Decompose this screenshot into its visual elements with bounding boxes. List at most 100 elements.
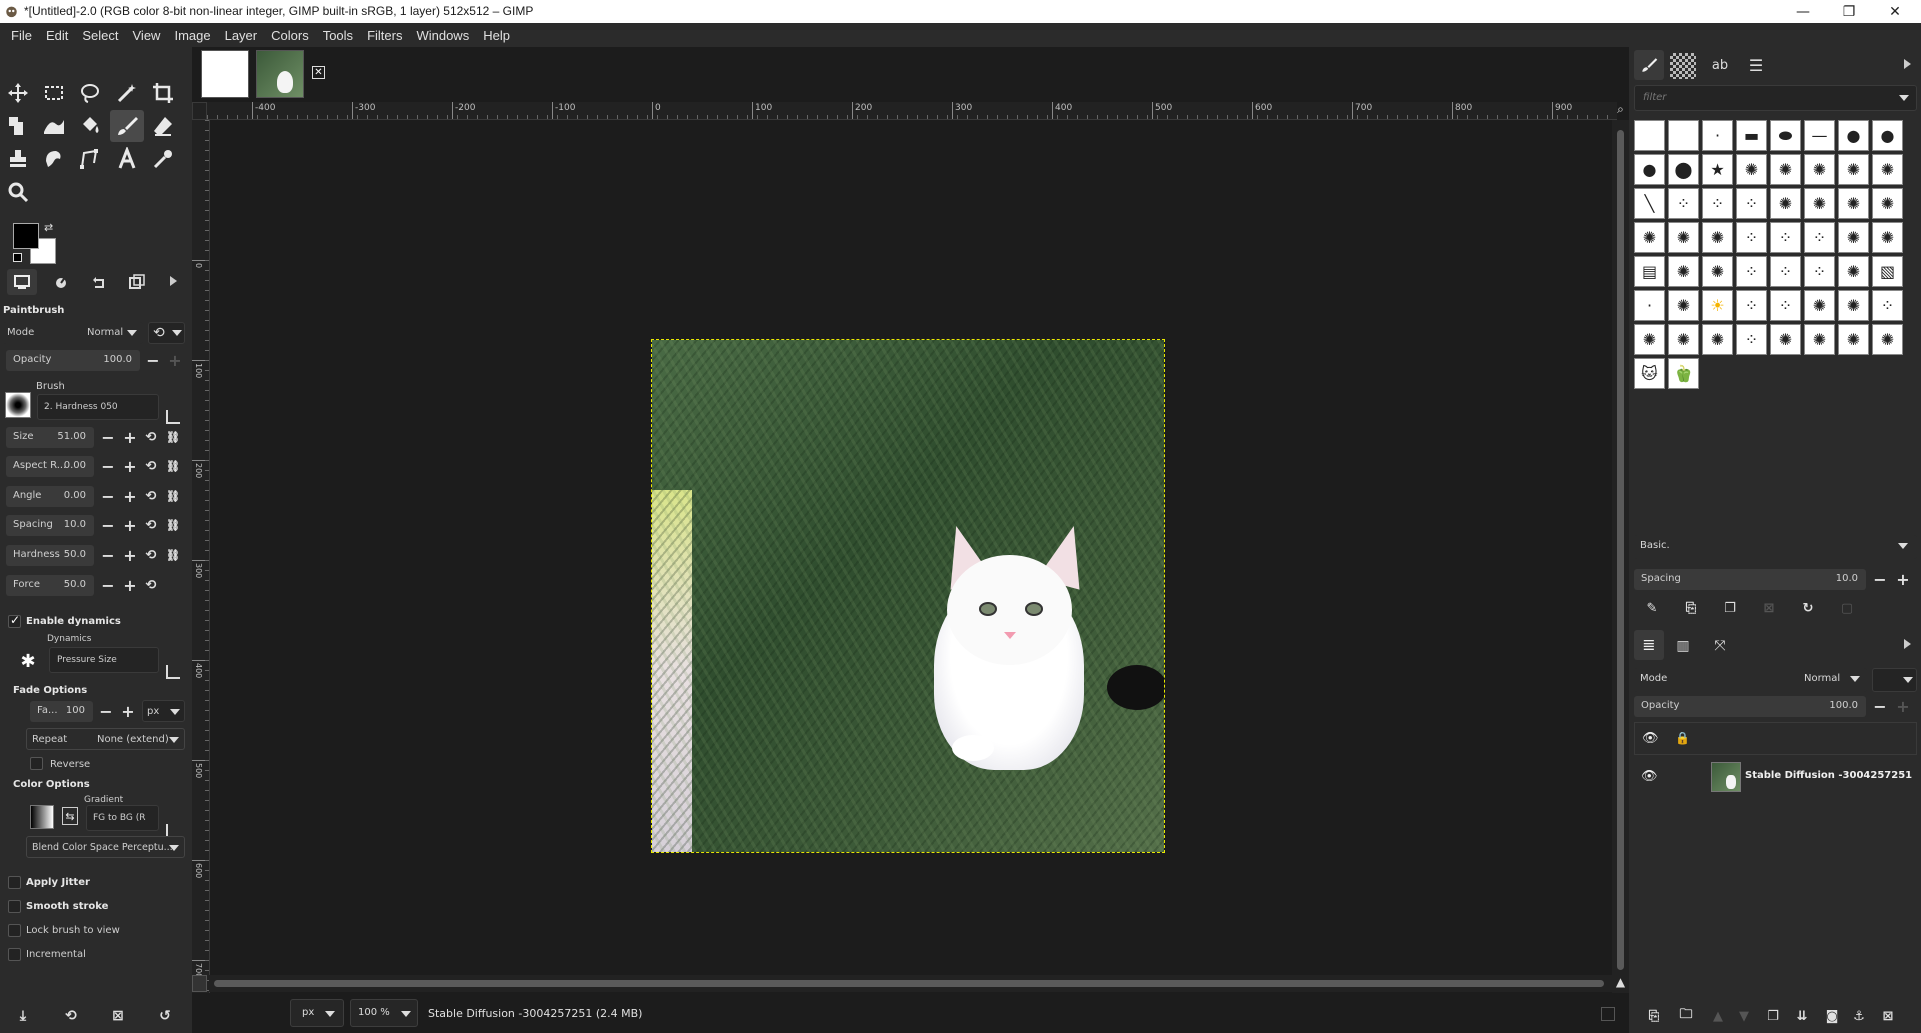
smooth-stroke-checkbox[interactable] xyxy=(8,900,21,913)
angle-decrease-button[interactable]: − xyxy=(99,487,117,506)
layer-visibility-icon[interactable]: 👁 xyxy=(1641,769,1658,784)
force-increase-button[interactable]: + xyxy=(121,576,139,595)
dock-menu-icon[interactable] xyxy=(170,276,177,286)
mode-reset-button[interactable]: ⟲ xyxy=(148,322,185,344)
brush-cell[interactable]: ╲ xyxy=(1634,188,1665,219)
brush-cell[interactable]: ✺ xyxy=(1804,188,1835,219)
paths-tab[interactable]: ⤧ xyxy=(1707,633,1733,659)
navigate-icon[interactable]: ▲ xyxy=(1612,975,1629,993)
unified-transform-tool[interactable] xyxy=(1,110,35,142)
open-brush-as-image-button[interactable]: ▢ xyxy=(1838,599,1856,617)
fade-increase-button[interactable]: + xyxy=(119,702,137,721)
eraser-tool[interactable] xyxy=(146,110,180,142)
force-slider[interactable]: Force 50.0 xyxy=(6,575,94,596)
brush-preview[interactable] xyxy=(5,392,31,418)
layer-mask-button[interactable]: ◙ xyxy=(1823,1007,1841,1025)
crop-tool[interactable] xyxy=(146,77,180,109)
images-tab[interactable] xyxy=(124,269,150,295)
brush-cell[interactable]: ⁘ xyxy=(1668,188,1699,219)
angle-reset-icon[interactable]: ⟲ xyxy=(142,487,160,505)
fade-length-slider[interactable]: Fa... 100 xyxy=(30,701,93,722)
brush-cell[interactable]: ⁘ xyxy=(1736,222,1767,253)
default-colors-icon[interactable] xyxy=(13,253,22,262)
menu-windows[interactable]: Windows xyxy=(409,28,476,43)
brush-cell[interactable]: ✺ xyxy=(1838,290,1869,321)
aspect-increase-button[interactable]: + xyxy=(121,457,139,476)
reverse-checkbox[interactable] xyxy=(30,757,43,770)
brush-filter-input[interactable]: filter xyxy=(1634,85,1917,111)
brush-cell[interactable]: ▧ xyxy=(1872,256,1903,287)
raise-layer-button[interactable]: ▲ xyxy=(1709,1007,1727,1025)
unit-select[interactable]: px xyxy=(290,999,344,1027)
angle-increase-button[interactable]: + xyxy=(121,487,139,506)
lock-brush-checkbox[interactable] xyxy=(8,924,21,937)
brush-cell[interactable]: ✺ xyxy=(1668,222,1699,253)
layer-mode-select[interactable]: Mode Normal xyxy=(1634,668,1867,692)
brush-cell[interactable]: 🫑 xyxy=(1668,358,1699,389)
brush-cell[interactable]: ⁘ xyxy=(1804,222,1835,253)
canvas-image[interactable] xyxy=(651,339,1165,853)
brush-cell[interactable]: ✺ xyxy=(1702,256,1733,287)
force-reset-icon[interactable]: ⟲ xyxy=(142,576,160,594)
brush-cell[interactable]: — xyxy=(1804,120,1835,151)
swap-colors-icon[interactable]: ⇄ xyxy=(44,221,53,234)
brush-cell[interactable]: ▬ xyxy=(1736,120,1767,151)
force-decrease-button[interactable]: − xyxy=(99,576,117,595)
opacity-decrease-button[interactable]: − xyxy=(144,351,162,370)
brush-cell[interactable]: ☀ xyxy=(1702,290,1733,321)
edit-brush-button[interactable]: ✎ xyxy=(1643,599,1661,617)
merge-layer-button[interactable]: ⇊ xyxy=(1793,1007,1811,1025)
spacing-reset-icon[interactable]: ⟲ xyxy=(142,516,160,534)
brush-cell[interactable]: ● xyxy=(1838,120,1869,151)
dynamics-select[interactable]: Pressure Size xyxy=(49,647,159,673)
layer-opacity-decrease[interactable]: − xyxy=(1871,697,1889,716)
color-picker-tool[interactable] xyxy=(146,143,180,175)
spacing-link-icon[interactable]: ⛓ xyxy=(164,516,182,534)
size-increase-button[interactable]: + xyxy=(121,428,139,447)
fade-decrease-button[interactable]: − xyxy=(97,702,115,721)
brush-cell[interactable]: ⁘ xyxy=(1736,188,1767,219)
hardness-increase-button[interactable]: + xyxy=(121,546,139,565)
brush-cell[interactable] xyxy=(1634,120,1665,151)
hardness-link-icon[interactable]: ⛓ xyxy=(164,546,182,564)
bucket-fill-tool[interactable] xyxy=(73,110,107,142)
aspect-decrease-button[interactable]: − xyxy=(99,457,117,476)
hardness-slider[interactable]: Hardness 50.0 xyxy=(6,545,94,566)
brush-cell[interactable]: ● xyxy=(1872,120,1903,151)
tool-options-tab[interactable] xyxy=(7,269,37,295)
brush-cell[interactable]: ✺ xyxy=(1838,188,1869,219)
foreground-color-swatch[interactable] xyxy=(13,223,39,249)
restore-options-icon[interactable]: ⟲ xyxy=(62,1007,80,1025)
fade-unit-select[interactable]: px xyxy=(142,700,185,722)
spacing-increase-button[interactable]: + xyxy=(121,516,139,535)
new-brush-button[interactable]: ⎘ xyxy=(1682,599,1700,617)
ruler-corner[interactable] xyxy=(192,102,207,120)
dock-menu-icon[interactable] xyxy=(1904,639,1911,649)
spacing-slider[interactable]: Spacing 10.0 xyxy=(6,515,94,536)
spacing-decrease-button[interactable]: − xyxy=(99,516,117,535)
aspect-slider[interactable]: Aspect R... 0.00 xyxy=(6,456,94,477)
brush-cell[interactable]: ✺ xyxy=(1804,154,1835,185)
gradient-preview[interactable] xyxy=(30,805,54,829)
brush-cell[interactable]: ★ xyxy=(1702,154,1733,185)
angle-slider[interactable]: Angle 0.00 xyxy=(6,486,94,507)
text-tool[interactable] xyxy=(110,143,144,175)
menu-edit[interactable]: Edit xyxy=(39,28,75,43)
layer-row[interactable]: 👁 Stable Diffusion -3004257251 xyxy=(1634,758,1917,796)
menu-file[interactable]: File xyxy=(4,28,39,43)
size-slider[interactable]: Size 51.00 xyxy=(6,427,94,448)
lock-icon[interactable]: 🔒 xyxy=(1675,731,1690,745)
gradient-reverse-icon[interactable]: ⇆ xyxy=(62,807,78,825)
edit-brush-icon[interactable] xyxy=(166,410,180,424)
brush-cell[interactable]: ✺ xyxy=(1872,154,1903,185)
brush-cell[interactable]: ✺ xyxy=(1770,188,1801,219)
horizontal-ruler[interactable]: -400 -300 -200 -100 0 100 200 300 400 500 600 700 80… xyxy=(207,102,1617,120)
layers-tab[interactable]: ≣ xyxy=(1634,630,1664,660)
anchor-layer-button[interactable]: ⚓ xyxy=(1850,1007,1868,1025)
hardness-reset-icon[interactable]: ⟲ xyxy=(142,546,160,564)
brush-cell[interactable]: ⁘ xyxy=(1736,256,1767,287)
image-tab-cat[interactable] xyxy=(256,50,304,98)
brush-cell[interactable]: ✺ xyxy=(1838,324,1869,355)
layer-opacity-increase[interactable]: + xyxy=(1894,697,1912,716)
brush-cell[interactable]: ✺ xyxy=(1634,324,1665,355)
